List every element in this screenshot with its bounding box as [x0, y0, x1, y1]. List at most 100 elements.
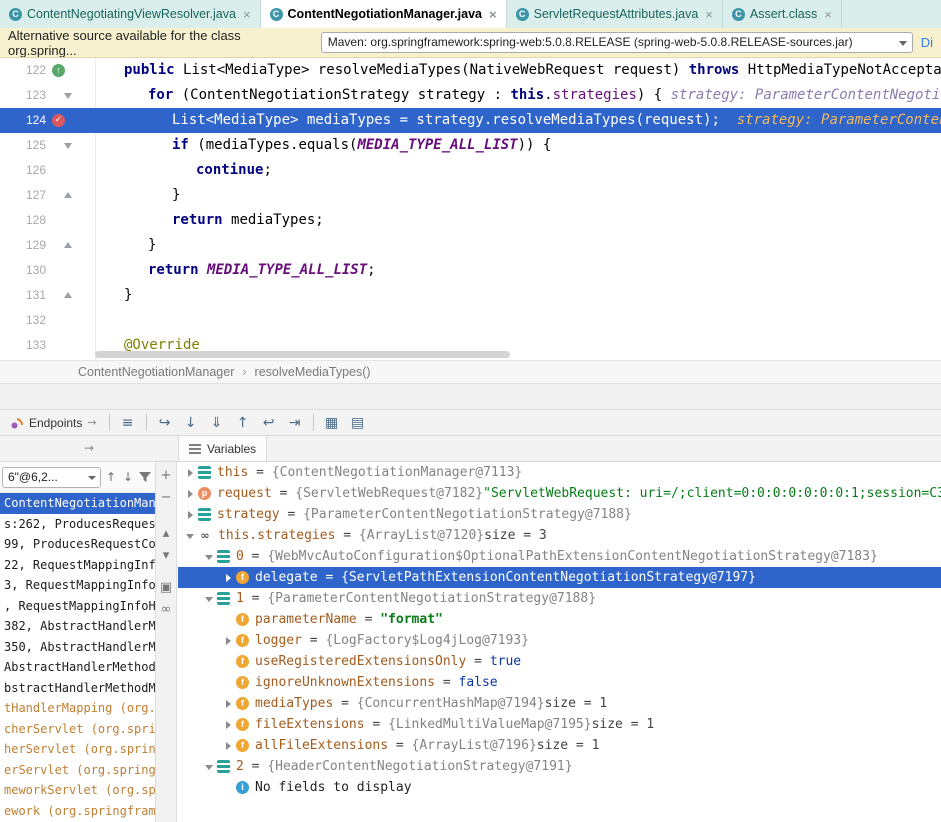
- tab-close-icon[interactable]: ×: [824, 7, 832, 22]
- frame-row[interactable]: erServlet (org.springframe: [0, 760, 155, 781]
- frame-row[interactable]: herServlet (org.springfram: [0, 739, 155, 760]
- variable-row[interactable]: 0 = {WebMvcAutoConfiguration$OptionalPat…: [178, 546, 941, 567]
- variable-row[interactable]: fallFileExtensions = {ArrayList@7196} si…: [178, 735, 941, 756]
- expander-icon[interactable]: [222, 735, 236, 756]
- variable-row[interactable]: fdelegate = {ServletPathExtensionContent…: [178, 567, 941, 588]
- frame-row[interactable]: AbstractHandlerMethodM: [0, 657, 155, 678]
- view-menu-icon[interactable]: ≡: [116, 412, 140, 434]
- evaluate-expression-icon[interactable]: ▦: [320, 412, 344, 434]
- run-to-cursor-icon[interactable]: ⇥: [283, 412, 307, 434]
- variable-row[interactable]: this = {ContentNegotiationManager@7113}: [178, 462, 941, 483]
- line-number: 122: [0, 58, 46, 83]
- tab-variables[interactable]: Variables: [178, 436, 267, 461]
- code-line[interactable]: 131}: [0, 283, 941, 308]
- step-into-icon[interactable]: ↓: [179, 412, 203, 434]
- frame-row[interactable]: bstractHandlerMethodMa: [0, 678, 155, 699]
- breadcrumb-item[interactable]: resolveMediaTypes(): [255, 365, 371, 379]
- code-line[interactable]: 122↑public List<MediaType> resolveMediaT…: [0, 58, 941, 83]
- next-frame-icon[interactable]: ↓: [121, 469, 135, 485]
- frame-row[interactable]: 350, AbstractHandlerMeth: [0, 637, 155, 658]
- disable-link[interactable]: Di: [921, 35, 933, 50]
- variable-row[interactable]: fuseRegisteredExtensionsOnly = true: [178, 651, 941, 672]
- frame-row[interactable]: 22, RequestMappingInfo: [0, 555, 155, 576]
- variable-row[interactable]: 1 = {ParameterContentNegotiationStrategy…: [178, 588, 941, 609]
- editor-tab[interactable]: CContentNegotiatingViewResolver.java×: [0, 0, 261, 28]
- code-line[interactable]: 127}: [0, 183, 941, 208]
- variable-row[interactable]: fignoreUnknownExtensions = false: [178, 672, 941, 693]
- code-line[interactable]: 128return mediaTypes;: [0, 208, 941, 233]
- tab-close-icon[interactable]: ×: [489, 7, 497, 22]
- source-selector-combobox[interactable]: Maven: org.springframework:spring-web:5.…: [321, 32, 913, 53]
- code-line[interactable]: 126continue;: [0, 158, 941, 183]
- variable-row[interactable]: ∞this.strategies = {ArrayList@7120} size…: [178, 525, 941, 546]
- variable-row[interactable]: ffileExtensions = {LinkedMultiValueMap@7…: [178, 714, 941, 735]
- expander-icon[interactable]: [222, 630, 236, 651]
- editor-tab[interactable]: CAssert.class×: [723, 0, 842, 28]
- scroll-up-icon[interactable]: ▴: [158, 526, 174, 542]
- code-line[interactable]: 125if (mediaTypes.equals(MEDIA_TYPE_ALL_…: [0, 133, 941, 158]
- duplicate-watch-icon[interactable]: ▣: [158, 580, 174, 596]
- thread-selector[interactable]: 6"@6,2...: [2, 467, 101, 488]
- expander-icon[interactable]: [222, 567, 236, 588]
- expander-icon[interactable]: [203, 546, 217, 567]
- fold-start-icon[interactable]: [64, 93, 72, 99]
- force-step-into-icon[interactable]: ⇓: [205, 412, 229, 434]
- frame-row[interactable]: cherServlet (org.springfra: [0, 719, 155, 740]
- expander-icon[interactable]: [184, 525, 198, 546]
- code-line[interactable]: 123for (ContentNegotiationStrategy strat…: [0, 83, 941, 108]
- variable-row[interactable]: flogger = {LogFactory$Log4jLog@7193}: [178, 630, 941, 651]
- tab-label: ContentNegotiationManager.java: [288, 7, 482, 21]
- code-line[interactable]: 124✓List<MediaType> mediaTypes = strateg…: [0, 108, 941, 133]
- implements-marker-icon[interactable]: ↑: [52, 64, 65, 77]
- variable-row[interactable]: strategy = {ParameterContentNegotiationS…: [178, 504, 941, 525]
- frame-row[interactable]: ework (org.springframewo: [0, 801, 155, 822]
- fold-start-icon[interactable]: [64, 143, 72, 149]
- show-watches-icon[interactable]: ∞: [158, 602, 174, 618]
- code-line[interactable]: 132: [0, 308, 941, 333]
- prev-frame-icon[interactable]: ↑: [104, 469, 118, 485]
- horizontal-scrollbar[interactable]: [95, 351, 510, 358]
- drop-frame-icon[interactable]: ↩: [257, 412, 281, 434]
- fold-end-icon[interactable]: [64, 242, 72, 248]
- expander-icon[interactable]: [203, 588, 217, 609]
- expander-icon[interactable]: [184, 462, 198, 483]
- code-editor[interactable]: 122↑public List<MediaType> resolveMediaT…: [0, 58, 941, 360]
- tab-endpoints[interactable]: Endpoints →: [4, 410, 103, 435]
- frame-row[interactable]: meworkServlet (org.sprin: [0, 780, 155, 801]
- frame-row[interactable]: tHandlerMapping (org.sp: [0, 698, 155, 719]
- expander-icon[interactable]: [184, 504, 198, 525]
- frame-row[interactable]: ContentNegotiationMana: [0, 493, 155, 514]
- variable-row[interactable]: 2 = {HeaderContentNegotiationStrategy@71…: [178, 756, 941, 777]
- step-over-icon[interactable]: ↪: [153, 412, 177, 434]
- add-watch-icon[interactable]: +: [158, 468, 174, 484]
- frame-row[interactable]: 382, AbstractHandlerMeth: [0, 616, 155, 637]
- layout-settings-icon[interactable]: ▤: [346, 412, 370, 434]
- tab-close-icon[interactable]: ×: [243, 7, 251, 22]
- remove-watch-icon[interactable]: −: [158, 490, 174, 506]
- step-out-icon[interactable]: ↑: [231, 412, 255, 434]
- expander-icon[interactable]: [203, 756, 217, 777]
- expander-icon[interactable]: [222, 693, 236, 714]
- fold-end-icon[interactable]: [64, 192, 72, 198]
- variable-row[interactable]: prequest = {ServletWebRequest@7182} "Ser…: [178, 483, 941, 504]
- frame-row[interactable]: 3, RequestMappingInfoHa: [0, 575, 155, 596]
- editor-tab[interactable]: CServletRequestAttributes.java×: [507, 0, 723, 28]
- breadcrumb-item[interactable]: ContentNegotiationManager: [78, 365, 234, 379]
- breakpoint-icon[interactable]: ✓: [52, 114, 65, 127]
- frame-row[interactable]: , RequestMappingInfoHan: [0, 596, 155, 617]
- frame-row[interactable]: s:262, ProducesRequestCo: [0, 514, 155, 535]
- editor-tab[interactable]: CContentNegotiationManager.java×: [261, 0, 507, 28]
- variable-row[interactable]: fmediaTypes = {ConcurrentHashMap@7194} s…: [178, 693, 941, 714]
- tab-close-icon[interactable]: ×: [705, 7, 713, 22]
- expander-icon[interactable]: [184, 483, 198, 504]
- code-line[interactable]: 130return MEDIA_TYPE_ALL_LIST;: [0, 258, 941, 283]
- expander-icon[interactable]: [222, 714, 236, 735]
- filter-icon[interactable]: [138, 469, 152, 485]
- variable-row[interactable]: iNo fields to display: [178, 777, 941, 798]
- scroll-down-icon[interactable]: ▾: [158, 548, 174, 564]
- code-line[interactable]: 129}: [0, 233, 941, 258]
- variable-row[interactable]: fparameterName = "format": [178, 609, 941, 630]
- frame-row[interactable]: 99, ProducesRequestCond: [0, 534, 155, 555]
- fold-end-icon[interactable]: [64, 292, 72, 298]
- restore-layout-icon[interactable]: →: [84, 441, 94, 455]
